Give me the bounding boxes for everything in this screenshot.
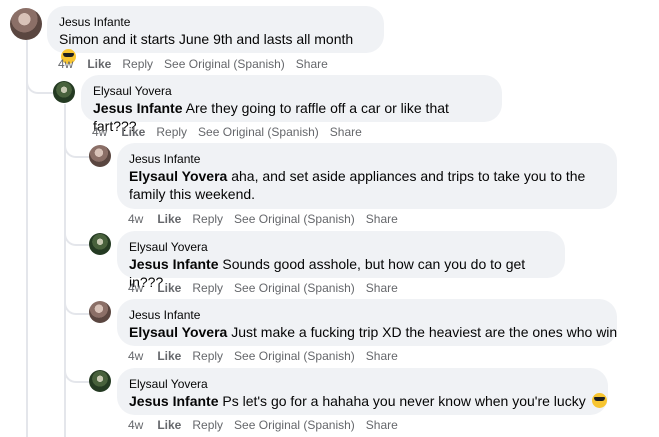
comment-bubble: Jesus Infante Elysaul Yovera aha, and se…	[117, 143, 617, 209]
comment-bubble: Jesus Infante Simon and it starts June 9…	[47, 6, 384, 64]
mention-link[interactable]: Elysaul Yovera	[129, 324, 227, 340]
comment-text: Jesus Infante Ps let's go for a hahaha y…	[129, 392, 607, 410]
comment-timestamp[interactable]: 4w	[128, 349, 143, 363]
like-button[interactable]: Like	[121, 125, 145, 139]
mention-link[interactable]: Jesus Infante	[129, 256, 218, 272]
mention-link[interactable]: Elysaul Yovera	[129, 168, 227, 184]
comment-body-continued: family this weekend.	[129, 186, 256, 202]
share-button[interactable]: Share	[366, 281, 398, 295]
comment-body: aha, and set aside appliances and trips …	[231, 168, 586, 184]
reply-button[interactable]: Reply	[192, 349, 223, 363]
see-original-button[interactable]: See Original (Spanish)	[234, 212, 355, 226]
thread-line	[26, 40, 28, 437]
avatar[interactable]	[89, 233, 111, 255]
thread-line	[64, 104, 66, 437]
comment-actions: 4w Like Reply See Original (Spanish) Share	[128, 281, 409, 295]
comment-body: Ps let's go for a hahaha you never know …	[222, 393, 586, 409]
reply-button[interactable]: Reply	[122, 57, 153, 71]
see-original-button[interactable]: See Original (Spanish)	[234, 418, 355, 432]
comment-actions: 4w Like Reply See Original (Spanish) Share	[128, 212, 409, 226]
comment-author[interactable]: Elysaul Yovera	[129, 376, 596, 392]
comment-author[interactable]: Elysaul Yovera	[93, 83, 490, 99]
share-button[interactable]: Share	[366, 349, 398, 363]
like-button[interactable]: Like	[157, 281, 181, 295]
comment-timestamp[interactable]: 4w	[128, 418, 143, 432]
avatar[interactable]	[53, 81, 75, 103]
comment-timestamp[interactable]: 4w	[128, 212, 143, 226]
comment-actions: 4w Like Reply See Original (Spanish) Share	[58, 57, 339, 71]
see-original-button[interactable]: See Original (Spanish)	[164, 57, 285, 71]
comment-actions: 4w Like Reply See Original (Spanish) Share	[92, 125, 373, 139]
share-button[interactable]: Share	[366, 418, 398, 432]
comment-author[interactable]: Jesus Infante	[129, 151, 605, 167]
comment-body: Just make a fucking trip XD the heaviest…	[231, 324, 618, 340]
reply-button[interactable]: Reply	[156, 125, 187, 139]
comment-author[interactable]: Elysaul Yovera	[129, 239, 553, 255]
comment-author[interactable]: Jesus Infante	[129, 307, 605, 323]
comment-timestamp[interactable]: 4w	[128, 281, 143, 295]
see-original-button[interactable]: See Original (Spanish)	[198, 125, 319, 139]
thread-branch	[26, 70, 54, 94]
share-button[interactable]: Share	[330, 125, 362, 139]
comment-timestamp[interactable]: 4w	[58, 57, 73, 71]
reply-button[interactable]: Reply	[192, 212, 223, 226]
share-button[interactable]: Share	[366, 212, 398, 226]
comment-body: Simon and it starts June 9th and lasts a…	[59, 31, 354, 47]
sunglasses-emoji-icon	[591, 393, 607, 408]
thread-branch	[64, 297, 90, 315]
thread-branch	[64, 365, 90, 383]
reply-button[interactable]: Reply	[192, 281, 223, 295]
thread-branch	[64, 140, 90, 158]
comment-bubble: Elysaul Yovera Jesus Infante Ps let's go…	[117, 368, 608, 415]
comment-text: Elysaul Yovera Just make a fucking trip …	[129, 323, 617, 341]
like-button[interactable]: Like	[157, 418, 181, 432]
like-button[interactable]: Like	[157, 349, 181, 363]
avatar[interactable]	[89, 370, 111, 392]
comment-bubble: Elysaul Yovera Jesus Infante Are they go…	[81, 75, 502, 134]
comment-text: Elysaul Yovera aha, and set aside applia…	[129, 167, 605, 203]
like-button[interactable]: Like	[87, 57, 111, 71]
comment-actions: 4w Like Reply See Original (Spanish) Share	[128, 349, 409, 363]
comment-bubble: Jesus Infante Elysaul Yovera Just make a…	[117, 299, 617, 346]
comment-timestamp[interactable]: 4w	[92, 125, 107, 139]
reply-button[interactable]: Reply	[192, 418, 223, 432]
like-button[interactable]: Like	[157, 212, 181, 226]
see-original-button[interactable]: See Original (Spanish)	[234, 349, 355, 363]
comment-bubble: Elysaul Yovera Jesus Infante Sounds good…	[117, 231, 565, 290]
avatar[interactable]	[89, 301, 111, 323]
avatar[interactable]	[10, 8, 42, 40]
share-button[interactable]: Share	[296, 57, 328, 71]
see-original-button[interactable]: See Original (Spanish)	[234, 281, 355, 295]
thread-branch	[64, 228, 90, 246]
comment-author[interactable]: Jesus Infante	[59, 14, 372, 30]
mention-link[interactable]: Jesus Infante	[129, 393, 218, 409]
avatar[interactable]	[89, 145, 111, 167]
comment-actions: 4w Like Reply See Original (Spanish) Share	[128, 418, 409, 432]
mention-link[interactable]: Jesus Infante	[93, 100, 182, 116]
